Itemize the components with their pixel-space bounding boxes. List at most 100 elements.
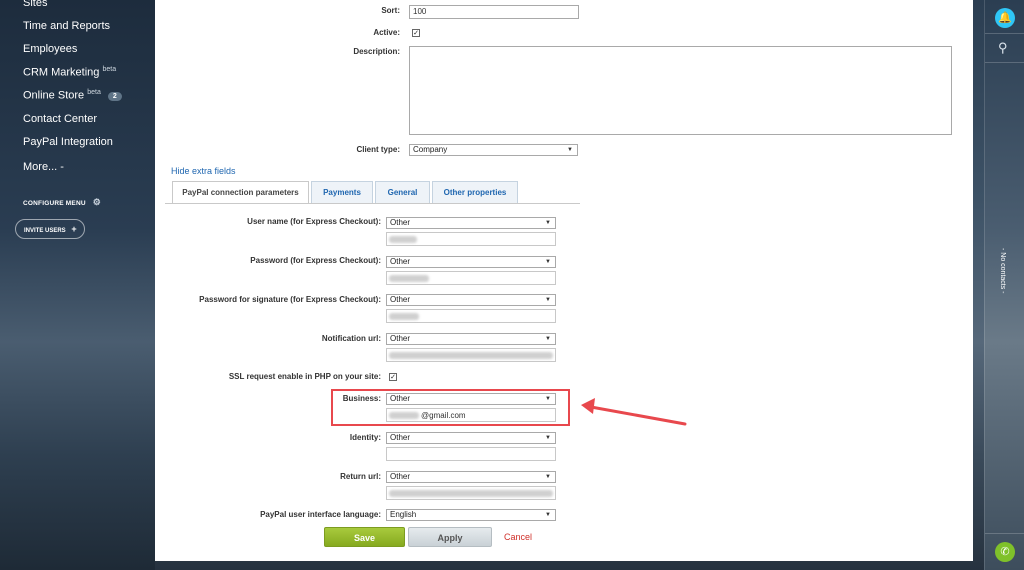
configure-menu[interactable]: CONFIGURE MENU ⚙ [23,197,101,208]
select-value: Other [390,334,411,343]
sidebar-item-label: Time and Reports [23,20,111,32]
client-type-value: Company [413,145,448,154]
bell-icon[interactable]: 🔔 [995,8,1015,28]
redacted-value [389,275,429,282]
sidebar-item-label: More... - [23,161,64,173]
hide-extra-fields-link[interactable]: Hide extra fields [171,166,236,176]
sidebar-item-paypal-integration[interactable]: PayPal Integration [23,136,113,148]
sidebar-item-contact-center[interactable]: Contact Center [23,113,97,125]
business-label: Business: [342,394,381,403]
select-value: Other [390,257,411,266]
search-icon[interactable]: ⚲ [998,40,1008,56]
sidebar-item-label: Sites [23,0,48,9]
identity-source-select[interactable]: Other ▼ [386,432,556,444]
password-label: Password (for Express Checkout): [250,256,381,265]
right-rail: 🔔 ⚲ - No contacts - ✆ [984,0,1024,570]
redacted-value [389,313,419,320]
sidebar-item-more[interactable]: More... - [23,161,64,173]
chevron-down-icon: ▼ [545,396,551,402]
chevron-down-icon: ▼ [545,512,551,518]
notification-url-source-select[interactable]: Other ▼ [386,333,556,345]
sidebar-item-time-and-reports[interactable]: Time and Reports [23,20,110,32]
chevron-down-icon: ▼ [545,435,551,441]
sidebar-item-employees[interactable]: Employees [23,43,77,55]
active-checkbox[interactable]: ✓ [412,29,420,37]
business-source-select[interactable]: Other ▼ [386,393,556,405]
sidebar-item-label: Employees [23,43,78,55]
tab-paypal-connection-parameters[interactable]: PayPal connection parameters [172,181,309,203]
redacted-value [389,412,419,419]
notification-url-label: Notification url: [321,334,381,343]
sidebar-item-label: PayPal Integration [23,136,113,148]
beta-tag: beta [87,89,101,96]
user-name-input[interactable] [386,232,556,246]
chevron-down-icon: ▼ [545,336,551,342]
return-url-source-select[interactable]: Other ▼ [386,471,556,483]
redacted-value [389,490,553,497]
select-value: Other [390,433,411,442]
sidebar-item-label: Online Store [23,89,85,102]
sidebar-item-sites[interactable]: Sites [23,0,47,9]
gear-icon: ⚙ [92,197,102,207]
tab-other-properties[interactable]: Other properties [432,181,518,203]
password-source-select[interactable]: Other ▼ [386,256,556,268]
tab-payments[interactable]: Payments [311,181,373,203]
rail-divider [985,33,1024,34]
chevron-down-icon: ▼ [545,259,551,265]
user-name-source-select[interactable]: Other ▼ [386,217,556,229]
save-button[interactable]: Save [324,527,405,547]
signature-input[interactable] [386,309,556,323]
client-type-select[interactable]: Company ▼ [409,144,578,156]
sidebar-item-crm-marketing[interactable]: CRM Marketing beta [23,66,116,79]
select-value: Other [390,295,411,304]
business-input[interactable]: @gmail.com [386,408,556,422]
identity-input[interactable] [386,447,556,461]
password-input[interactable] [386,271,556,285]
description-textarea[interactable] [409,46,952,135]
tab-divider [165,203,580,204]
business-email-suffix: @gmail.com [421,411,466,420]
redacted-value [389,352,553,359]
return-url-label: Return url: [340,472,381,481]
user-name-label: User name (for Express Checkout): [247,217,381,226]
main-panel: Sort: 100 Active: ✓ Description: Client … [155,0,973,561]
signature-label: Password for signature (for Express Chec… [199,295,381,304]
select-value: Other [390,472,411,481]
chevron-down-icon: ▼ [567,147,573,153]
return-url-input[interactable] [386,486,556,500]
rail-divider [985,533,1024,534]
rail-divider [985,62,1024,63]
sort-input[interactable]: 100 [409,5,579,19]
language-select[interactable]: English ▼ [386,509,556,521]
language-label: PayPal user interface language: [260,510,381,519]
ssl-label: SSL request enable in PHP on your site: [228,372,381,381]
language-value: English [390,510,417,519]
left-sidebar: Sites Time and Reports Employees CRM Mar… [0,0,155,570]
sidebar-item-label: CRM Marketing [23,66,100,79]
count-badge: 2 [107,91,122,101]
description-label: Description: [353,47,400,56]
phone-icon[interactable]: ✆ [995,542,1015,562]
annotation-arrow [581,398,687,426]
identity-label: Identity: [349,433,381,442]
select-value: Other [390,394,411,403]
apply-button[interactable]: Apply [408,527,492,547]
sidebar-item-label: Contact Center [23,113,97,125]
redacted-value [389,236,417,243]
chevron-down-icon: ▼ [545,297,551,303]
sidebar-item-online-store[interactable]: Online Store beta 2 [23,89,122,102]
no-contacts-text: - No contacts - [999,248,1006,294]
cancel-button[interactable]: Cancel [503,527,533,547]
notification-url-input[interactable] [386,348,556,362]
ssl-checkbox[interactable]: ✓ [389,373,397,381]
client-type-label: Client type: [356,145,400,154]
chevron-down-icon: ▼ [545,474,551,480]
plus-icon: + [71,224,77,234]
configure-menu-label: CONFIGURE MENU [23,200,86,207]
signature-source-select[interactable]: Other ▼ [386,294,556,306]
beta-tag: beta [102,66,117,73]
chevron-down-icon: ▼ [545,220,551,226]
tab-general[interactable]: General [375,181,430,203]
invite-users-button[interactable]: INVITE USERS + [15,219,85,239]
invite-users-label: INVITE USERS [24,228,66,234]
